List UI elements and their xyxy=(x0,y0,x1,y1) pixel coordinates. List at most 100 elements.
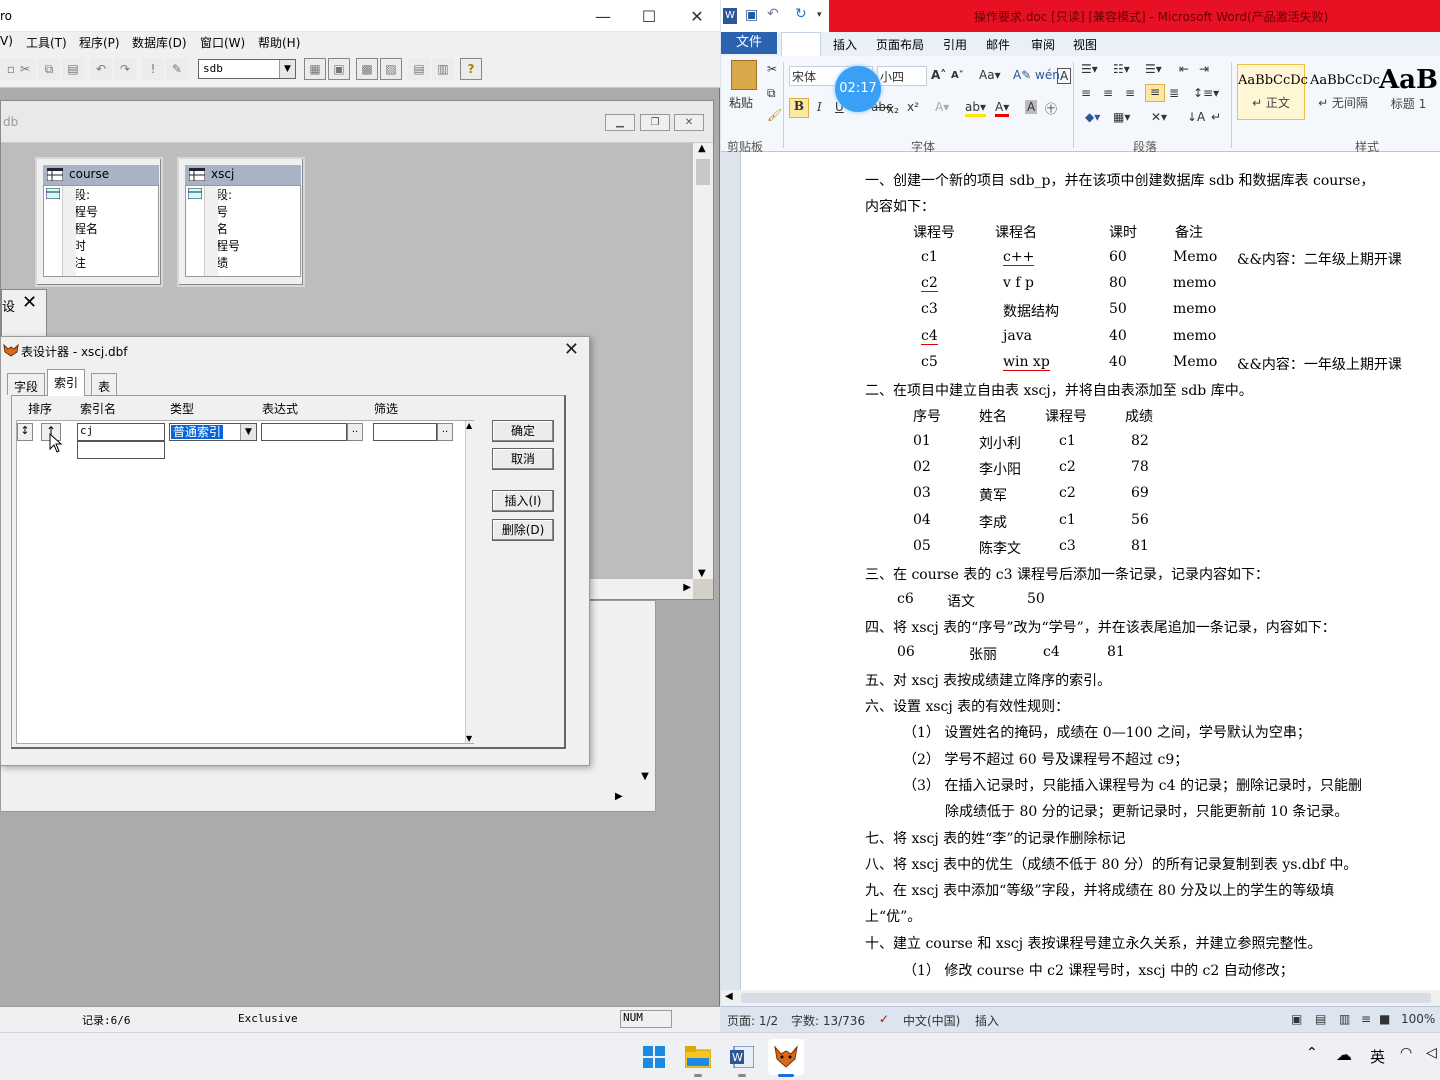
cloud-icon[interactable]: ☁ xyxy=(1336,1045,1352,1064)
delete-button[interactable]: 删除(D) xyxy=(492,519,554,541)
bullets-icon[interactable]: ☰▾ xyxy=(1081,62,1098,76)
index-name-input-new[interactable] xyxy=(77,441,165,459)
filter-input[interactable] xyxy=(373,423,437,441)
copy-icon[interactable]: ⧉ xyxy=(38,58,60,80)
maximize-icon[interactable]: ☐ xyxy=(626,0,672,32)
grow-font-icon[interactable]: A˄ xyxy=(931,68,946,82)
word-app-icon[interactable]: W xyxy=(724,1039,760,1075)
filter-builder-button[interactable]: .. xyxy=(437,423,453,441)
format-painter-icon[interactable]: 🖌 xyxy=(767,108,782,122)
tab-view[interactable]: 视图 xyxy=(1073,36,1097,53)
reading-view-icon[interactable]: ▤ xyxy=(1315,1012,1326,1026)
paste-label[interactable]: 粘贴 xyxy=(729,94,753,111)
data-env-icon[interactable]: ▩ xyxy=(356,58,378,80)
web-layout-icon[interactable]: ▥ xyxy=(1339,1012,1350,1026)
align-center-icon[interactable]: ≡ xyxy=(1103,86,1113,100)
page-indicator[interactable]: 页面: 1/2 xyxy=(727,1012,778,1029)
font-color-icon[interactable]: A▾ xyxy=(995,100,1010,117)
clear-format-icon[interactable]: A✎ xyxy=(1013,68,1031,82)
chevron-down-icon[interactable]: ▼ xyxy=(240,424,256,440)
superscript-button[interactable]: x² xyxy=(907,100,919,114)
menu-view[interactable]: V) xyxy=(0,34,13,48)
document-page[interactable]: 一、创建一个新的项目 sdb_p，并在该项中创建数据库 sdb 和数据库表 co… xyxy=(741,152,1440,990)
file-tab[interactable]: 文件 xyxy=(721,32,777,54)
proofing-icon[interactable]: ✓ xyxy=(879,1012,889,1026)
db-minimize-icon[interactable]: ▁ xyxy=(605,114,635,131)
draft-view-icon[interactable]: ■ xyxy=(1379,1012,1390,1026)
style-heading-1[interactable]: AaB 标题 1 xyxy=(1377,64,1440,120)
paste-icon[interactable]: ▤ xyxy=(62,58,84,80)
table-xscj[interactable]: xscj 字段: 学号 姓名 课程号 成绩 xyxy=(177,157,305,287)
font-size-select[interactable]: 小四 xyxy=(877,66,927,86)
table-header[interactable]: course xyxy=(43,165,159,185)
insert-mode[interactable]: 插入 xyxy=(975,1012,999,1029)
field-list-scrollbar[interactable] xyxy=(204,186,218,276)
wifi-icon[interactable]: ◠ xyxy=(1400,1045,1412,1061)
index-type-select[interactable]: 普通索引 ▼ xyxy=(169,423,257,441)
grid-scrollbar[interactable]: ▲ ▼ xyxy=(465,421,475,743)
vfp-app-icon[interactable] xyxy=(768,1039,804,1075)
tab-page-layout[interactable]: 页面布局 xyxy=(876,36,924,53)
enclose-char-icon[interactable]: ㊉ xyxy=(1045,100,1057,117)
index-name-input[interactable]: cj xyxy=(77,423,165,441)
increase-indent-icon[interactable]: ⇥ xyxy=(1199,62,1209,76)
style-no-spacing[interactable]: AaBbCcDc ↵ 无间隔 xyxy=(1309,64,1380,120)
tab-indexes[interactable]: 索引 xyxy=(47,369,86,396)
ok-button[interactable]: 确定 xyxy=(492,420,554,442)
show-marks-icon[interactable]: ↵ xyxy=(1211,110,1221,124)
menu-window[interactable]: 窗口(W) xyxy=(200,34,245,51)
run-icon[interactable]: ! xyxy=(142,58,164,80)
database-select[interactable]: sdb ▼ xyxy=(198,59,296,79)
close-icon[interactable]: ✕ xyxy=(674,0,720,32)
minimize-icon[interactable]: — xyxy=(580,0,626,32)
borders-icon[interactable]: ▦▾ xyxy=(1113,110,1130,124)
close-icon[interactable]: ✕ xyxy=(564,339,579,360)
style-normal[interactable]: AaBbCcDc ↵ 正文 xyxy=(1237,64,1308,120)
db-restore-icon[interactable]: ❐ xyxy=(640,114,670,131)
field-list[interactable]: 字段: 学号 姓名 课程号 成绩 xyxy=(185,185,301,277)
italic-button[interactable]: I xyxy=(817,100,822,114)
scroll-down-icon[interactable]: ▼ xyxy=(637,771,653,791)
print-layout-icon[interactable]: ▣ xyxy=(1291,1012,1302,1026)
chinese-layout-icon[interactable]: ✕▾ xyxy=(1151,110,1167,124)
volume-icon[interactable]: ◁ xyxy=(1426,1045,1437,1061)
tab-review[interactable]: 审阅 xyxy=(1031,36,1055,53)
wizard-icon[interactable]: ▤ xyxy=(408,58,430,80)
expression-input[interactable] xyxy=(261,423,347,441)
redo-icon[interactable]: ↷ xyxy=(114,58,136,80)
cut-icon[interactable]: ✂ xyxy=(767,62,777,76)
tab-fields[interactable]: 字段 xyxy=(7,373,46,395)
tab-table[interactable]: 表 xyxy=(91,373,118,395)
multilevel-list-icon[interactable]: ☰▾ xyxy=(1145,62,1162,76)
decrease-indent-icon[interactable]: ⇤ xyxy=(1179,62,1189,76)
justify-icon[interactable]: ≡ xyxy=(1145,84,1165,102)
redo-icon[interactable]: ↻ xyxy=(795,6,807,22)
save-icon[interactable]: ▣ xyxy=(745,7,758,23)
sort-icon[interactable]: ↓A xyxy=(1187,110,1205,124)
undo-icon[interactable]: ↶ xyxy=(767,6,779,22)
undo-icon[interactable]: ↶ xyxy=(90,58,112,80)
field-list[interactable]: 字段: 课程号 课程名 课时 备注 xyxy=(43,185,159,277)
command-window-icon[interactable]: ▨ xyxy=(380,58,402,80)
menu-database[interactable]: 数据库(D) xyxy=(132,34,187,51)
align-left-icon[interactable]: ≡ xyxy=(1081,86,1091,100)
scroll-right-icon[interactable]: ▶ xyxy=(615,791,631,809)
windows-start-icon[interactable] xyxy=(636,1039,672,1075)
field-list-scrollbar[interactable] xyxy=(62,186,76,276)
help-icon[interactable]: ? xyxy=(460,58,482,80)
highlight-icon[interactable]: ab▾ xyxy=(965,100,986,117)
word-count[interactable]: 字数: 13/736 xyxy=(791,1012,865,1029)
subscript-button[interactable]: x₂ xyxy=(887,102,899,116)
line-spacing-icon[interactable]: ↕≡▾ xyxy=(1193,86,1219,100)
shrink-font-icon[interactable]: A˅ xyxy=(951,70,964,81)
char-shading-icon[interactable]: A xyxy=(1025,100,1038,114)
builder-icon[interactable]: ▥ xyxy=(432,58,454,80)
bold-button[interactable]: B xyxy=(789,98,809,118)
form-icon[interactable]: ▦ xyxy=(304,58,326,80)
shading-icon[interactable]: ◆▾ xyxy=(1085,110,1100,124)
language-indicator[interactable]: 中文(中国) xyxy=(903,1012,960,1029)
ime-indicator[interactable]: 英 xyxy=(1370,1046,1385,1067)
menu-help[interactable]: 帮助(H) xyxy=(258,34,300,51)
expression-builder-button[interactable]: .. xyxy=(347,423,363,441)
menu-tools[interactable]: 工具(T) xyxy=(26,34,67,51)
